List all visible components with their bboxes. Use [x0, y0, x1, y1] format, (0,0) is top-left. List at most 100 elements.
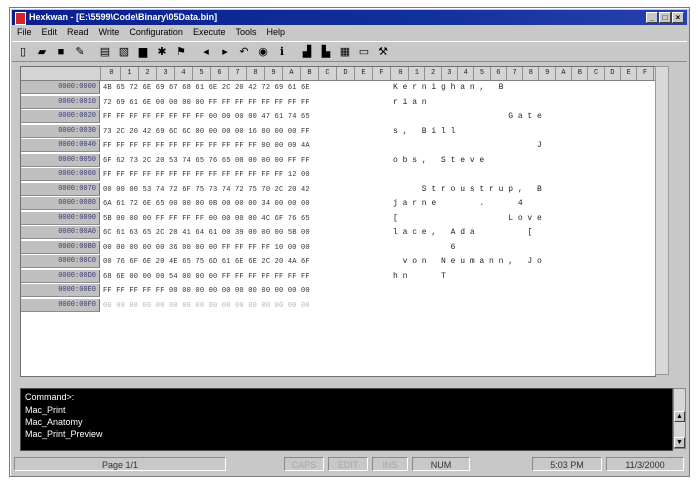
command-scrollbar[interactable]: ▲ ▼ — [673, 388, 686, 449]
ascii-text[interactable]: 6 — [393, 241, 655, 255]
row-address[interactable]: 0000:0060 — [21, 168, 100, 181]
hex-column-header[interactable]: E — [355, 67, 373, 80]
hex-column-header[interactable]: B — [301, 67, 319, 80]
hex-bytes[interactable]: 72 69 61 6E 00 00 00 00 FF FF FF FF FF F… — [103, 96, 391, 110]
ascii-column-header[interactable]: 3 — [442, 67, 458, 80]
row-address[interactable]: 0000:0050 — [21, 153, 100, 167]
flag-icon[interactable]: ⚑ — [174, 45, 188, 59]
undo-icon[interactable]: ↶ — [237, 45, 251, 59]
ascii-text[interactable]: s , B i l l — [393, 125, 655, 139]
hex-bytes[interactable]: FF FF FF FF FF FF FF FF FF FF FF FF 00 0… — [103, 139, 391, 153]
plugin-icon[interactable]: ✱ — [155, 45, 169, 59]
menu-read[interactable]: Read — [62, 26, 94, 40]
ascii-text[interactable]: j a r n e . 4 — [393, 197, 655, 211]
hex-column-header[interactable]: D — [337, 67, 355, 80]
row-address[interactable]: 0000:00C0 — [21, 255, 100, 268]
row-address[interactable]: 0000:0020 — [21, 110, 100, 123]
maximize-button[interactable]: □ — [659, 12, 671, 23]
ascii-text[interactable]: [ L o v e — [393, 212, 655, 226]
tools-icon[interactable]: ⚒ — [376, 45, 390, 59]
menu-tools[interactable]: Tools — [230, 26, 261, 40]
command-history-item[interactable]: Mac_Print_Preview — [25, 429, 103, 439]
close-button[interactable]: × — [672, 12, 684, 23]
ascii-text[interactable]: l a c e , A d a [ — [393, 226, 655, 240]
ascii-text[interactable]: v o n N e u m a n n , J o — [393, 255, 655, 269]
command-history-item[interactable]: Mac_Print — [25, 405, 66, 415]
hex-bytes[interactable]: 4B 65 72 6E 69 67 68 61 6E 2C 20 42 72 6… — [103, 81, 391, 95]
hex-bytes[interactable]: 6F 62 73 2C 20 53 74 65 76 65 00 00 00 0… — [103, 154, 391, 168]
ascii-column-header[interactable]: 7 — [507, 67, 524, 80]
hex-bytes[interactable]: 00 00 00 00 00 36 00 00 00 FF FF FF FF 1… — [103, 241, 391, 255]
hex-bytes[interactable]: FF FF FF FF FF FF FF FF FF FF FF FF FF F… — [103, 168, 391, 182]
new-file-icon[interactable]: ▯ — [16, 45, 30, 59]
row-address[interactable]: 0000:00B0 — [21, 240, 100, 254]
ascii-text[interactable]: G a t e — [393, 110, 655, 124]
hex-column-header[interactable]: 9 — [265, 67, 283, 80]
menu-help[interactable]: Help — [261, 26, 290, 40]
ascii-column-header[interactable]: E — [621, 67, 638, 80]
ascii-text[interactable] — [393, 168, 655, 182]
info-icon[interactable]: ℹ — [275, 45, 289, 59]
table-icon[interactable]: ▦ — [338, 45, 352, 59]
ascii-column-header[interactable]: 4 — [458, 67, 475, 80]
hex-bytes[interactable]: 6C 61 63 65 2C 20 41 64 61 00 39 00 00 0… — [103, 226, 391, 240]
hex-column-header[interactable]: C — [319, 67, 337, 80]
hex-bytes[interactable]: 73 2C 20 42 69 6C 6C 00 00 00 00 16 00 0… — [103, 125, 391, 139]
hex-bytes[interactable]: 00 00 00 53 74 72 6F 75 73 74 72 75 70 2… — [103, 183, 391, 197]
hex-bytes[interactable]: 5B 00 00 00 FF FF FF FF 00 00 00 00 4C 6… — [103, 212, 391, 226]
ascii-text[interactable]: K e r n i g h a n , B — [393, 81, 655, 95]
ascii-column-header[interactable]: 1 — [409, 67, 426, 80]
ascii-column-header[interactable]: C — [589, 67, 605, 80]
ascii-text[interactable]: h n T — [393, 270, 655, 284]
ascii-text[interactable]: r i a n — [393, 96, 655, 110]
ascii-column-header[interactable]: 5 — [475, 67, 491, 80]
hex-column-header[interactable]: 4 — [175, 67, 193, 80]
row-address[interactable]: 0000:0090 — [21, 211, 100, 225]
ascii-text[interactable]: S t r o u s t r u p , B — [393, 183, 655, 197]
scroll-down-icon[interactable]: ▼ — [674, 437, 685, 448]
ascii-column-header[interactable]: A — [556, 67, 572, 80]
chart-bar-icon[interactable]: ▟ — [300, 45, 314, 59]
row-address[interactable]: 0000:00F0 — [21, 298, 100, 312]
command-history-item[interactable]: Mac_Anatomy — [25, 417, 83, 427]
row-address[interactable]: 0000:00D0 — [21, 269, 100, 283]
arrow-left-icon[interactable]: ◂ — [199, 45, 213, 59]
hex-bytes[interactable]: 00 00 00 00 00 00 00 00 00 00 00 00 00 0… — [103, 299, 391, 313]
title-bar[interactable]: Hexkwan - [E:\5599\Code\Binary\05Data.bi… — [12, 10, 687, 25]
hex-column-header[interactable]: 8 — [247, 67, 265, 80]
binoculars-icon[interactable]: ◉ — [256, 45, 270, 59]
row-address[interactable]: 0000:0010 — [21, 95, 100, 109]
hex-column-header[interactable]: 0 — [103, 67, 121, 80]
ascii-column-header[interactable]: 9 — [540, 67, 556, 80]
scroll-up-icon[interactable]: ▲ — [674, 411, 685, 422]
menu-configuration[interactable]: Configuration — [124, 26, 188, 40]
pencil-icon[interactable]: ✎ — [73, 45, 87, 59]
hex-bytes[interactable]: FF FF FF FF FF FF FF FF 00 00 00 00 47 6… — [103, 110, 391, 124]
hex-column-header[interactable]: 2 — [139, 67, 157, 80]
ascii-column-header[interactable]: F — [638, 67, 654, 80]
hex-column-header[interactable]: 6 — [211, 67, 229, 80]
ascii-text[interactable]: J — [393, 139, 655, 153]
chart-alt-icon[interactable]: ▙ — [319, 45, 333, 59]
row-address[interactable]: 0000:0030 — [21, 124, 100, 138]
save-icon[interactable]: ■ — [54, 45, 68, 59]
row-address[interactable]: 0000:0080 — [21, 197, 100, 210]
print-icon[interactable]: ▤ — [98, 45, 112, 59]
row-address[interactable]: 0000:0070 — [21, 182, 100, 196]
ascii-column-header[interactable]: B — [572, 67, 589, 80]
ascii-column-header[interactable]: 0 — [393, 67, 409, 80]
hex-bytes[interactable]: 68 6E 00 00 00 54 00 00 00 FF FF FF FF F… — [103, 270, 391, 284]
arrow-right-icon[interactable]: ▸ — [218, 45, 232, 59]
row-address[interactable]: 0000:0040 — [21, 139, 100, 152]
hex-column-header[interactable]: 5 — [193, 67, 211, 80]
hex-column-header[interactable]: A — [283, 67, 301, 80]
hex-bytes[interactable]: FF FF FF FF FF 00 00 00 00 00 00 00 00 0… — [103, 284, 391, 298]
row-address[interactable]: 0000:00E0 — [21, 284, 100, 297]
hex-column-header[interactable]: 1 — [121, 67, 139, 80]
menu-edit[interactable]: Edit — [37, 26, 63, 40]
menu-execute[interactable]: Execute — [188, 26, 231, 40]
ascii-text[interactable] — [393, 299, 655, 313]
ascii-text[interactable] — [393, 284, 655, 298]
minimize-button[interactable]: _ — [646, 12, 658, 23]
open-folder-icon[interactable]: ▰ — [35, 45, 49, 59]
